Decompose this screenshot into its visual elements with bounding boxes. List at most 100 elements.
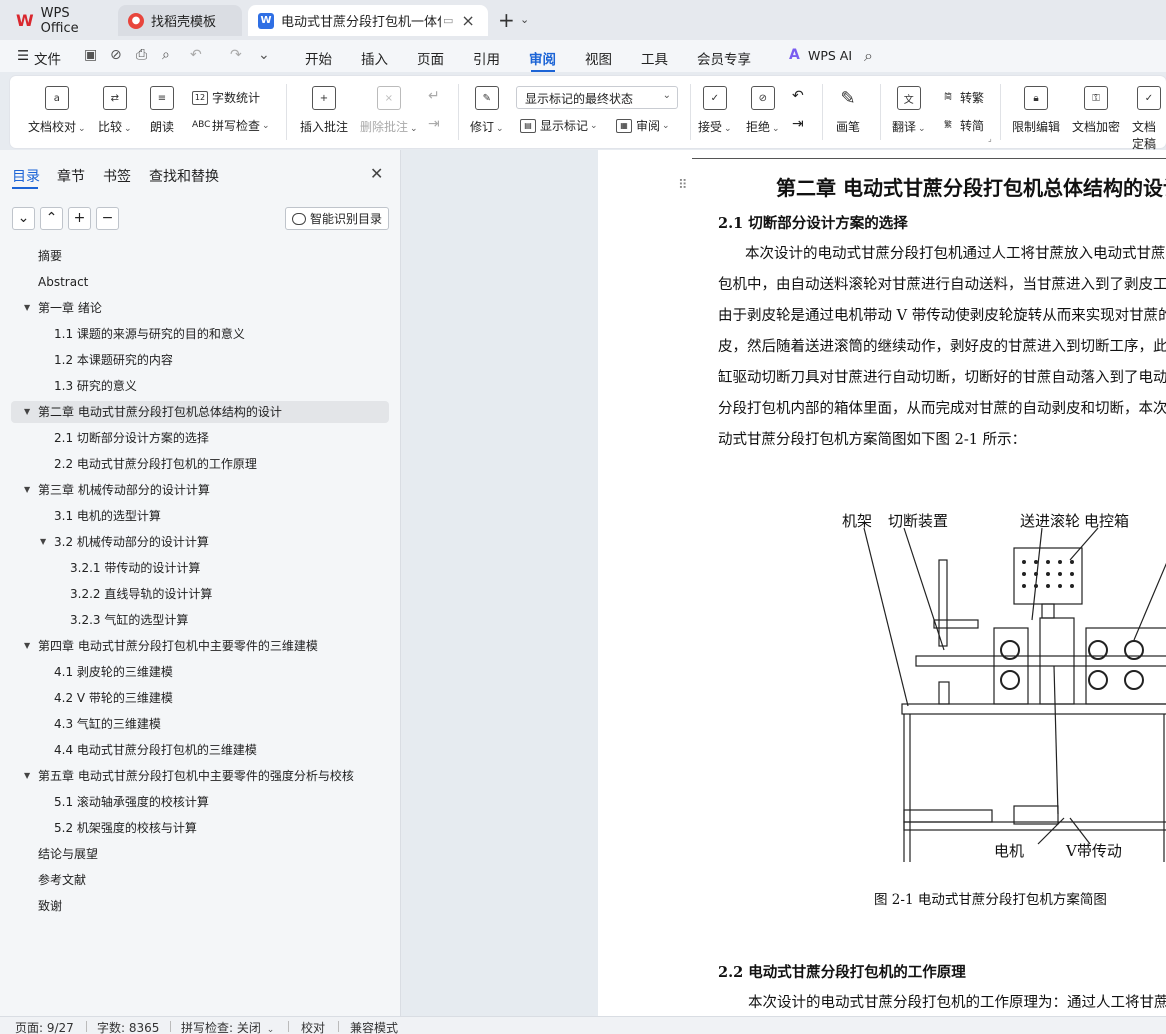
- tab-wps-office[interactable]: W WPS Office: [6, 5, 112, 36]
- remove-heading-minus-icon[interactable]: −: [96, 207, 119, 230]
- insert-comment-button[interactable]: + 插入批注: [300, 86, 348, 135]
- toc-item[interactable]: 3.1 电机的选型计算: [11, 505, 389, 527]
- markup-state-select[interactable]: 显示标记的最终状态 ⌄: [516, 86, 678, 109]
- toc-item[interactable]: 4.2 V 带轮的三维建模: [11, 687, 389, 709]
- review-pane-button[interactable]: ▦ 审阅 ⌄: [616, 117, 670, 134]
- proof-indicator[interactable]: 校对: [301, 1019, 325, 1034]
- undo-icon[interactable]: ↶: [190, 47, 202, 63]
- toc-item[interactable]: 1.2 本课题研究的内容: [11, 349, 389, 371]
- toc-item[interactable]: 致谢: [11, 895, 389, 917]
- toc-item[interactable]: 参考文献: [11, 869, 389, 891]
- more-chevron-icon[interactable]: ⌄: [258, 47, 270, 63]
- menu-view[interactable]: 视图: [585, 48, 612, 68]
- pen-button[interactable]: ✎ 画笔: [836, 86, 860, 135]
- to-traditional-button[interactable]: 简 转繁: [940, 89, 984, 106]
- expand-all-chevron-down-icon[interactable]: ⌄: [12, 207, 35, 230]
- menu-wps-ai[interactable]: WPS AI: [808, 48, 852, 63]
- proofread-button[interactable]: a 文档校对 ⌄: [28, 86, 86, 135]
- toc-item[interactable]: ▼ 3.2 机械传动部分的设计计算: [11, 531, 389, 553]
- menu-tools[interactable]: 工具: [641, 48, 668, 68]
- accept-button[interactable]: ✓ 接受 ⌄: [698, 86, 732, 135]
- next-change-icon[interactable]: ⇥: [792, 116, 804, 132]
- menu-file[interactable]: 文件: [34, 48, 61, 68]
- expand-triangle-icon[interactable]: ▼: [24, 297, 30, 319]
- document-canvas[interactable]: ⠿ 第二章 电动式甘蔗分段打包机总体结构的设计 2.1 切断部分设计方案的选择 …: [402, 150, 1166, 1016]
- toc-item[interactable]: 1.3 研究的意义: [11, 375, 389, 397]
- toc-item[interactable]: 5.2 机架强度的校核与计算: [11, 817, 389, 839]
- expand-triangle-icon[interactable]: ▼: [24, 635, 30, 657]
- toc-item[interactable]: 1.1 课题的来源与研究的目的和意义: [11, 323, 389, 345]
- dialog-launcher-icon[interactable]: ⌟: [988, 134, 992, 143]
- spell-check-button[interactable]: ABC 拼写检查 ⌄: [192, 117, 270, 134]
- nav-tab-find-replace[interactable]: 查找和替换: [149, 166, 219, 186]
- toc-item[interactable]: 结论与展望: [11, 843, 389, 865]
- share-icon[interactable]: ⊘: [110, 47, 122, 63]
- tab-document[interactable]: W 电动式甘蔗分段打包机一体化设计 ▭ ×: [248, 5, 488, 36]
- nav-tab-chapters[interactable]: 章节: [57, 166, 85, 186]
- document-page[interactable]: ⠿ 第二章 电动式甘蔗分段打包机总体结构的设计 2.1 切断部分设计方案的选择 …: [598, 150, 1166, 1016]
- toc-item[interactable]: 2.1 切断部分设计方案的选择: [11, 427, 389, 449]
- toc-item[interactable]: ▼ 第二章 电动式甘蔗分段打包机总体结构的设计: [11, 401, 389, 423]
- toc-item[interactable]: ▼ 第四章 电动式甘蔗分段打包机中主要零件的三维建模: [11, 635, 389, 657]
- menu-review[interactable]: 审阅: [529, 48, 556, 68]
- toc-item[interactable]: Abstract: [11, 271, 389, 293]
- search-icon[interactable]: ⌕: [864, 46, 873, 66]
- read-aloud-button[interactable]: ≡ 朗读: [150, 86, 174, 135]
- menu-home[interactable]: 开始: [305, 48, 332, 68]
- toc-item[interactable]: 3.2.2 直线导轨的设计计算: [11, 583, 389, 605]
- previous-change-icon[interactable]: ↶: [792, 88, 804, 104]
- compare-button[interactable]: ⇄ 比较 ⌄: [98, 86, 132, 135]
- collapse-chevron-up-icon[interactable]: ⌃: [40, 207, 63, 230]
- toc-item[interactable]: ▼ 第五章 电动式甘蔗分段打包机中主要零件的强度分析与校核: [11, 765, 389, 787]
- menu-page[interactable]: 页面: [417, 48, 444, 68]
- word-count-button[interactable]: 12 字数统计: [192, 89, 260, 106]
- tab-templates[interactable]: ● 找稻壳模板: [118, 5, 242, 36]
- toc-item[interactable]: 4.4 电动式甘蔗分段打包机的三维建模: [11, 739, 389, 761]
- toc-item[interactable]: 4.3 气缸的三维建模: [11, 713, 389, 735]
- close-tab-icon[interactable]: ×: [461, 11, 474, 30]
- expand-triangle-icon[interactable]: ▼: [24, 479, 30, 501]
- tab-list-chevron-icon[interactable]: ⌄: [520, 13, 529, 26]
- next-comment-icon[interactable]: ⇥: [428, 116, 440, 132]
- menu-member[interactable]: 会员专享: [697, 48, 751, 68]
- menu-references[interactable]: 引用: [473, 48, 500, 68]
- print-preview-icon[interactable]: ⌕: [162, 47, 170, 63]
- expand-triangle-icon[interactable]: ▼: [24, 401, 30, 423]
- new-tab-button[interactable]: +: [498, 10, 515, 30]
- close-icon[interactable]: ✕: [370, 164, 383, 183]
- delete-comment-button[interactable]: × 删除批注 ⌄: [360, 86, 418, 135]
- menu-insert[interactable]: 插入: [361, 48, 388, 68]
- previous-comment-icon[interactable]: ↵: [428, 88, 440, 104]
- drag-handle-icon[interactable]: ⠿: [678, 178, 687, 193]
- redo-icon[interactable]: ↷: [230, 47, 242, 63]
- restrict-edit-button[interactable]: 🔒︎ 限制编辑: [1012, 86, 1060, 135]
- add-heading-plus-icon[interactable]: +: [68, 207, 91, 230]
- expand-triangle-icon[interactable]: ▼: [40, 531, 46, 553]
- toc-item[interactable]: 4.1 剥皮轮的三维建模: [11, 661, 389, 683]
- toc-item[interactable]: ▼ 第三章 机械传动部分的设计计算: [11, 479, 389, 501]
- toc-item[interactable]: ▼ 第一章 绪论: [11, 297, 389, 319]
- encrypt-button[interactable]: ⚿ 文档加密: [1072, 86, 1120, 135]
- nav-tab-bookmarks[interactable]: 书签: [103, 166, 131, 186]
- finalize-button[interactable]: ✓ 文档定稿: [1132, 86, 1166, 152]
- print-icon[interactable]: ⎙: [136, 47, 147, 63]
- show-markup-button[interactable]: ▤ 显示标记 ⌄: [520, 117, 598, 134]
- save-icon[interactable]: ▣: [84, 47, 97, 63]
- toc-item[interactable]: 5.1 滚动轴承强度的校核计算: [11, 791, 389, 813]
- toc-item[interactable]: 2.2 电动式甘蔗分段打包机的工作原理: [11, 453, 389, 475]
- spell-check-indicator[interactable]: 拼写检查: 关闭 ⌄: [181, 1019, 274, 1034]
- word-count-indicator[interactable]: 字数: 8365: [97, 1019, 159, 1034]
- translate-button[interactable]: 文 翻译 ⌄: [892, 86, 926, 135]
- nav-tab-toc[interactable]: 目录: [12, 166, 40, 186]
- track-changes-button[interactable]: ✎ 修订 ⌄: [470, 86, 504, 135]
- hamburger-icon[interactable]: ☰: [17, 48, 29, 64]
- to-simplified-button[interactable]: 繁 转简: [940, 117, 984, 134]
- toc-item[interactable]: 3.2.3 气缸的选型计算: [11, 609, 389, 631]
- label-v-belt: V带传动: [1065, 842, 1122, 860]
- toc-item[interactable]: 3.2.1 带传动的设计计算: [11, 557, 389, 579]
- toc-item[interactable]: 摘要: [11, 245, 389, 267]
- reject-button[interactable]: ⊘ 拒绝 ⌄: [746, 86, 780, 135]
- smart-toc-button[interactable]: 智能识别目录: [285, 207, 389, 230]
- expand-triangle-icon[interactable]: ▼: [24, 765, 30, 787]
- page-indicator[interactable]: 页面: 9/27: [15, 1019, 74, 1034]
